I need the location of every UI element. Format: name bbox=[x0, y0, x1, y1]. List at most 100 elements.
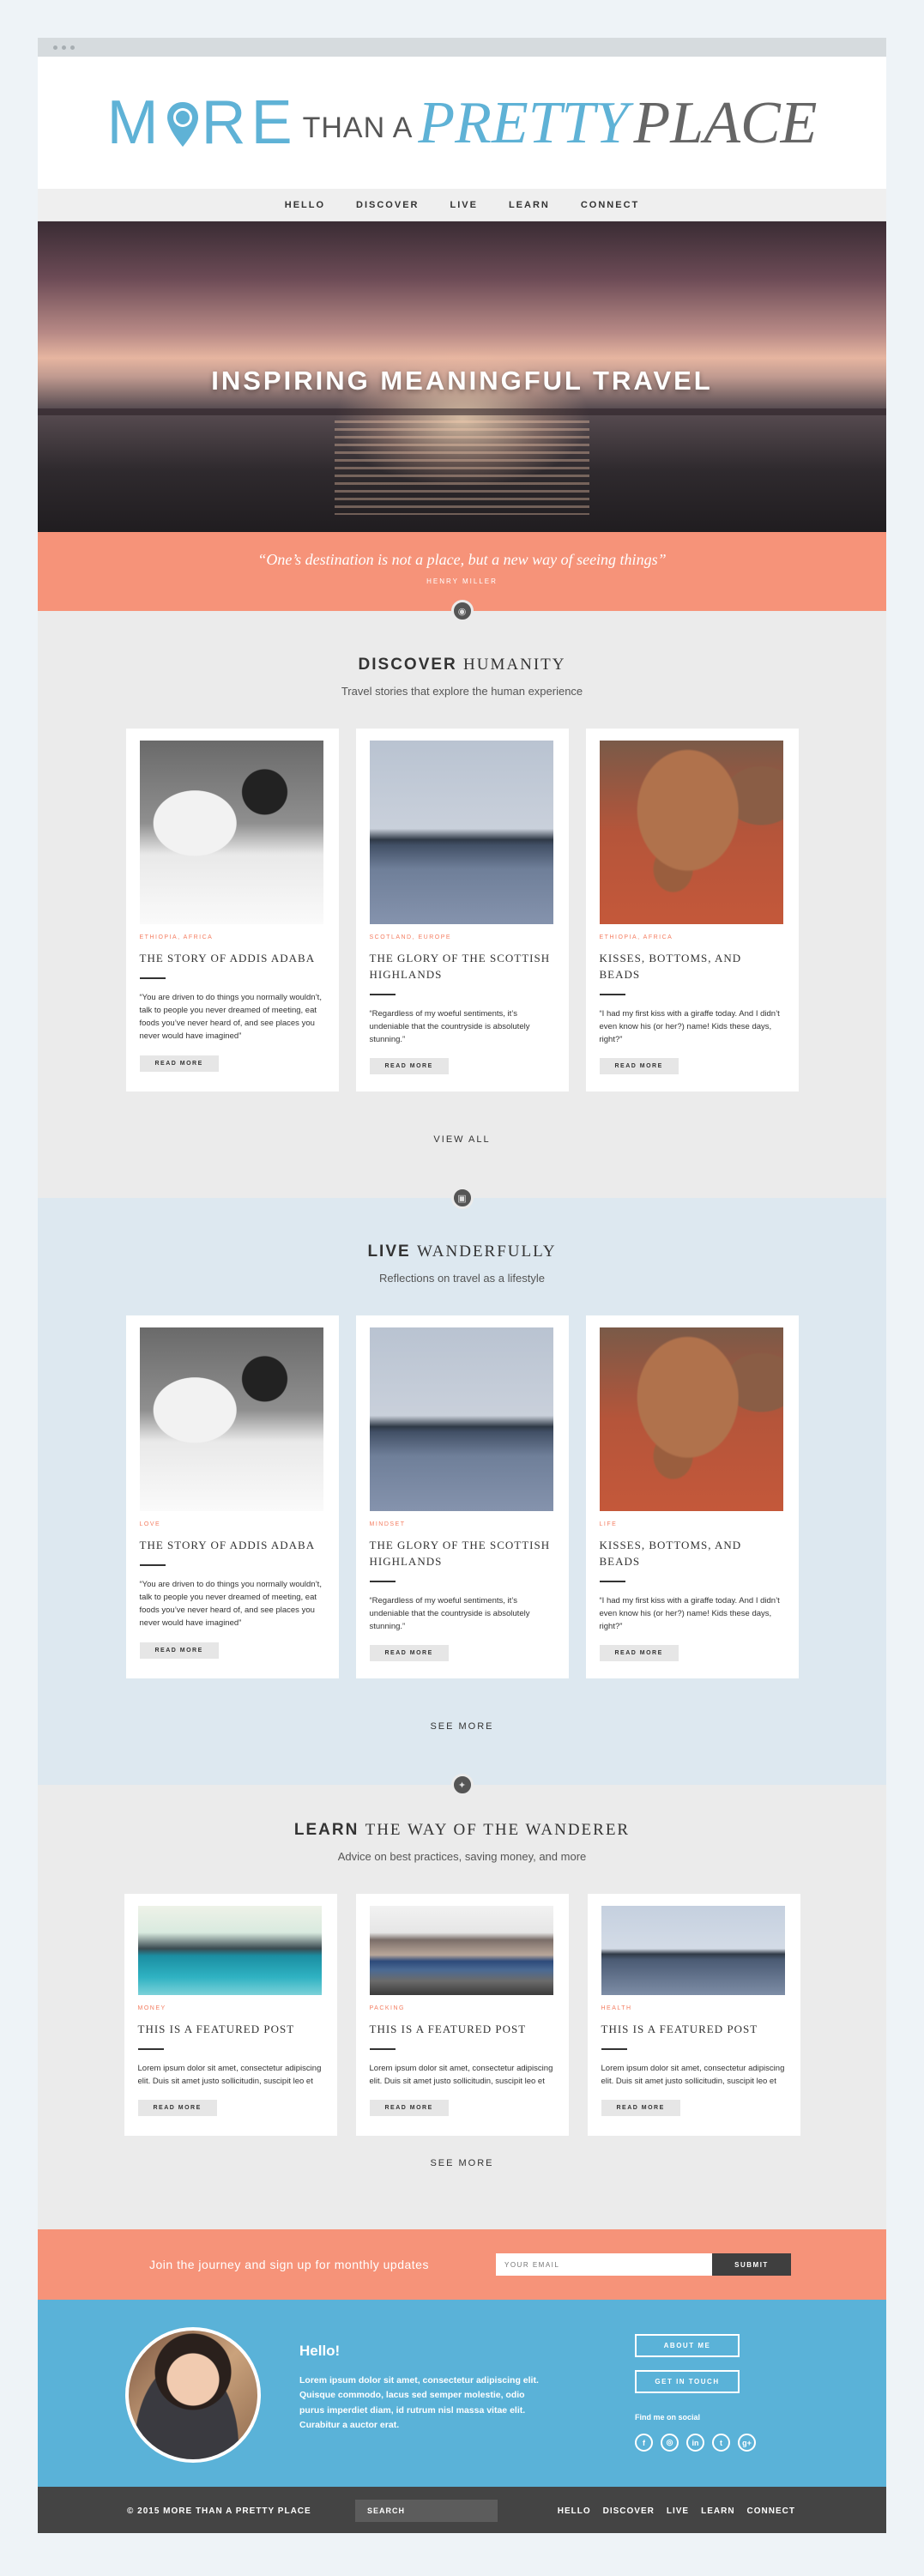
card-image[interactable] bbox=[599, 1327, 783, 1511]
social-label: Find me on social bbox=[635, 2413, 701, 2422]
story-card[interactable]: MINDSET THE GLORY OF THE SCOTTISH HIGHLA… bbox=[355, 1315, 569, 1679]
card-category[interactable]: MONEY bbox=[138, 2005, 322, 2011]
story-card[interactable]: ETHIOPIA, AFRICA THE STORY OF ADDIS ADAB… bbox=[125, 729, 339, 1092]
card-title[interactable]: THIS IS A FEATURED POST bbox=[370, 2022, 553, 2038]
card-excerpt: “I had my first kiss with a giraffe toda… bbox=[599, 1595, 780, 1632]
card-title[interactable]: THIS IS A FEATURED POST bbox=[138, 2022, 322, 2038]
card-excerpt: Lorem ipsum dolor sit amet, consectetur … bbox=[137, 2063, 322, 2087]
see-more-link[interactable]: SEE MORE bbox=[38, 1721, 886, 1732]
quote-author: HENRY MILLER bbox=[426, 577, 498, 585]
footer-link-hello[interactable]: HELLO bbox=[558, 2506, 591, 2516]
nav-hello[interactable]: HELLO bbox=[285, 200, 325, 210]
about-me-button[interactable]: ABOUT ME bbox=[635, 2334, 740, 2357]
nav-learn[interactable]: LEARN bbox=[509, 200, 550, 210]
card-category[interactable]: ETHIOPIA, AFRICA bbox=[600, 934, 783, 940]
read-more-button[interactable]: READ MORE bbox=[599, 1058, 679, 1075]
email-input[interactable] bbox=[495, 2253, 712, 2276]
featured-post-card[interactable]: HEALTH THIS IS A FEATURED POST Lorem ips… bbox=[587, 1894, 800, 2136]
live-cards: LOVE THE STORY OF ADDIS ADABA “You are d… bbox=[38, 1315, 886, 1679]
twitter-icon[interactable]: t bbox=[712, 2434, 730, 2452]
nav-live[interactable]: LIVE bbox=[450, 200, 478, 210]
card-image[interactable] bbox=[369, 741, 553, 924]
story-card[interactable]: LIFE KISSES, BOTTOMS, AND BEADS “I had m… bbox=[585, 1315, 799, 1679]
about-body: Lorem ipsum dolor sit amet, consectetur … bbox=[299, 2375, 539, 2430]
footer-search-input[interactable]: SEARCH bbox=[355, 2500, 498, 2522]
footer-link-live[interactable]: LIVE bbox=[667, 2506, 689, 2516]
card-image[interactable] bbox=[139, 1327, 323, 1511]
see-more-link[interactable]: SEE MORE bbox=[38, 2158, 886, 2168]
about-section: Hello! Lorem ipsum dolor sit amet, conse… bbox=[38, 2300, 886, 2487]
read-more-button[interactable]: READ MORE bbox=[369, 2100, 449, 2117]
featured-post-card[interactable]: PACKING THIS IS A FEATURED POST Lorem ip… bbox=[355, 1894, 569, 2136]
card-title[interactable]: THE GLORY OF THE SCOTTISH HIGHLANDS bbox=[370, 951, 553, 983]
card-divider bbox=[369, 1580, 396, 1582]
map-pin-icon bbox=[166, 100, 200, 148]
hero-banner: INSPIRING MEANINGFUL TRAVEL bbox=[38, 221, 886, 532]
read-more-button[interactable]: READ MORE bbox=[137, 2100, 217, 2117]
linkedin-icon[interactable]: in bbox=[686, 2434, 704, 2452]
card-category[interactable]: SCOTLAND, EUROPE bbox=[370, 934, 553, 940]
story-card[interactable]: SCOTLAND, EUROPE THE GLORY OF THE SCOTTI… bbox=[355, 729, 569, 1092]
card-divider bbox=[137, 2047, 164, 2050]
card-title[interactable]: THIS IS A FEATURED POST bbox=[601, 2022, 785, 2038]
quote-text: “One’s destination is not a place, but a… bbox=[257, 551, 667, 568]
card-image[interactable] bbox=[369, 1327, 553, 1511]
read-more-button[interactable]: READ MORE bbox=[599, 1645, 679, 1662]
discover-title: DISCOVER HUMANITY bbox=[358, 656, 566, 674]
read-more-button[interactable]: READ MORE bbox=[139, 1055, 219, 1072]
story-card[interactable]: ETHIOPIA, AFRICA KISSES, BOTTOMS, AND BE… bbox=[585, 729, 799, 1092]
nav-connect[interactable]: CONNECT bbox=[581, 200, 639, 210]
hero-horizon bbox=[38, 408, 886, 415]
logo-pretty: PRETTY bbox=[418, 90, 629, 156]
site-logo[interactable]: M RE THAN A PRETTY PLACE bbox=[107, 92, 818, 154]
card-title[interactable]: THE GLORY OF THE SCOTTISH HIGHLANDS bbox=[370, 1538, 553, 1570]
learn-subtitle: Advice on best practices, saving money, … bbox=[337, 1850, 587, 1863]
card-excerpt: Lorem ipsum dolor sit amet, consectetur … bbox=[601, 2063, 785, 2087]
footer-link-connect[interactable]: CONNECT bbox=[747, 2506, 795, 2516]
card-category[interactable]: LIFE bbox=[600, 1521, 783, 1527]
card-category[interactable]: PACKING bbox=[370, 2005, 553, 2011]
instagram-icon[interactable]: ◎ bbox=[661, 2434, 679, 2452]
learn-section: ✦ LEARN THE WAY OF THE WANDERER Advice o… bbox=[38, 1774, 886, 2229]
card-category[interactable]: MINDSET bbox=[370, 1521, 553, 1527]
google-plus-icon[interactable]: g+ bbox=[738, 2434, 756, 2452]
footer-nav: HELLO DISCOVER LIVE LEARN CONNECT bbox=[558, 2506, 795, 2516]
card-divider bbox=[139, 977, 166, 979]
read-more-button[interactable]: READ MORE bbox=[369, 1058, 449, 1075]
live-section: ▣ LIVE WANDERFULLY Reflections on travel… bbox=[38, 1187, 886, 1785]
copyright: © 2015 MORE THAN A PRETTY PLACE bbox=[127, 2506, 311, 2516]
card-image[interactable] bbox=[139, 741, 323, 924]
card-category[interactable]: LOVE bbox=[140, 1521, 323, 1527]
nav-discover[interactable]: DISCOVER bbox=[356, 200, 419, 210]
card-title[interactable]: KISSES, BOTTOMS, AND BEADS bbox=[600, 951, 783, 983]
read-more-button[interactable]: READ MORE bbox=[601, 2100, 680, 2117]
read-more-button[interactable]: READ MORE bbox=[139, 1642, 219, 1659]
signup-text: Join the journey and sign up for monthly… bbox=[149, 2258, 429, 2271]
card-image[interactable] bbox=[137, 1906, 322, 1995]
read-more-button[interactable]: READ MORE bbox=[369, 1645, 449, 1662]
card-divider bbox=[139, 1563, 166, 1566]
discover-subtitle: Travel stories that explore the human ex… bbox=[341, 685, 583, 698]
card-category[interactable]: ETHIOPIA, AFRICA bbox=[140, 934, 323, 940]
footer-link-learn[interactable]: LEARN bbox=[701, 2506, 734, 2516]
site-footer: © 2015 MORE THAN A PRETTY PLACE SEARCH H… bbox=[38, 2487, 886, 2533]
card-image[interactable] bbox=[601, 1906, 785, 1995]
site-header: M RE THAN A PRETTY PLACE bbox=[38, 57, 886, 189]
logo-more-rest: RE bbox=[201, 88, 298, 157]
card-category[interactable]: HEALTH bbox=[601, 2005, 785, 2011]
learn-title: LEARN THE WAY OF THE WANDERER bbox=[293, 1821, 631, 1839]
facebook-icon[interactable]: f bbox=[635, 2434, 653, 2452]
card-image[interactable] bbox=[369, 1906, 553, 1995]
submit-button[interactable]: SUBMIT bbox=[711, 2253, 791, 2276]
social-links: f ◎ in t g+ bbox=[635, 2434, 756, 2452]
get-in-touch-button[interactable]: GET IN TOUCH bbox=[635, 2370, 740, 2393]
card-title[interactable]: KISSES, BOTTOMS, AND BEADS bbox=[600, 1538, 783, 1570]
footer-link-discover[interactable]: DISCOVER bbox=[603, 2506, 655, 2516]
featured-post-card[interactable]: MONEY THIS IS A FEATURED POST Lorem ipsu… bbox=[124, 1894, 337, 2136]
card-title[interactable]: THE STORY OF ADDIS ADABA bbox=[140, 1538, 323, 1554]
card-title[interactable]: THE STORY OF ADDIS ADABA bbox=[140, 951, 323, 967]
card-image[interactable] bbox=[599, 741, 783, 924]
view-all-link[interactable]: VIEW ALL bbox=[38, 1134, 886, 1145]
suitcase-icon: ▣ bbox=[450, 1187, 474, 1209]
story-card[interactable]: LOVE THE STORY OF ADDIS ADABA “You are d… bbox=[125, 1315, 339, 1679]
